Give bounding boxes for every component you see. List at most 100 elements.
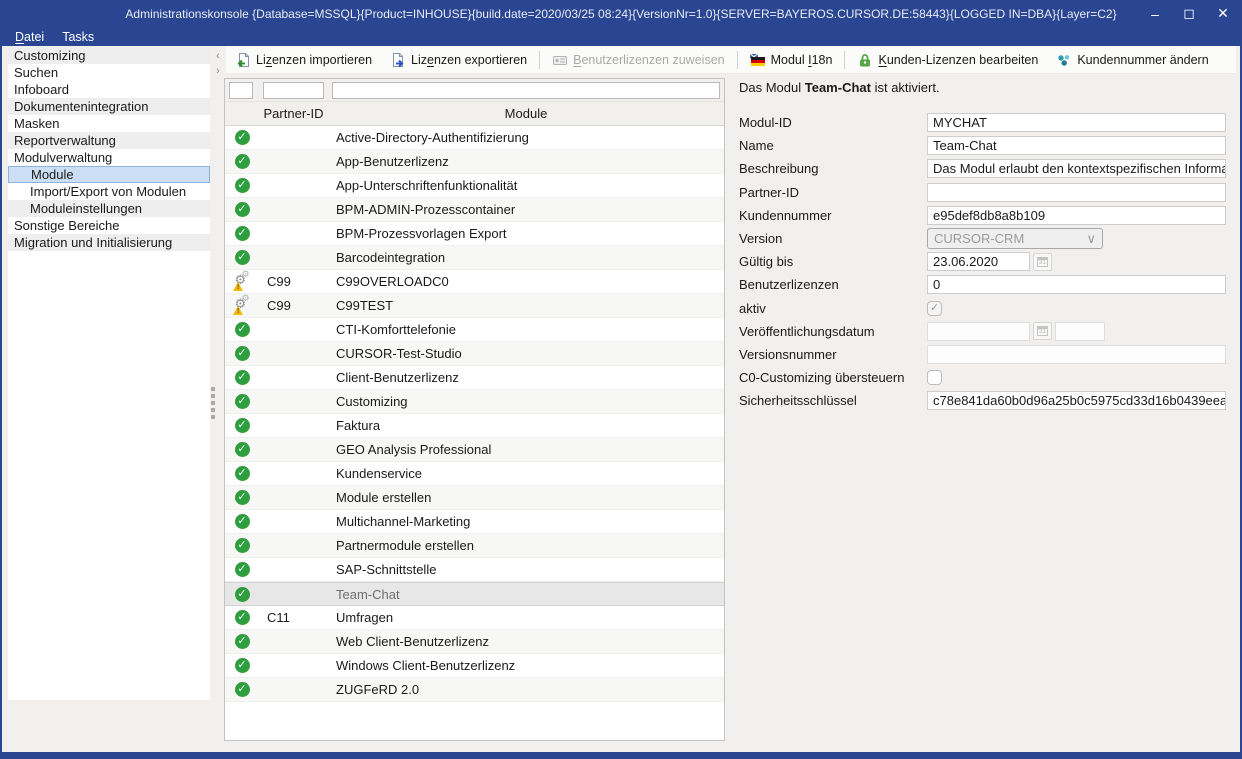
table-row[interactable]: ✓App-Benutzerlizenz — [225, 150, 724, 174]
column-header-module[interactable]: Module — [328, 106, 724, 121]
lizenzen-exportieren-button[interactable]: Lizenzen exportieren — [381, 48, 536, 72]
partner-id-input[interactable] — [927, 183, 1226, 202]
status-warning-gear-icon: ⚙⚙! — [234, 298, 251, 314]
form-row-aktiv: aktiv✓ — [739, 299, 1236, 318]
column-header-partner-id[interactable]: Partner-ID — [259, 106, 328, 121]
modul-i18n-button[interactable]: Modul I18n — [741, 48, 842, 72]
module-name-cell: GEO Analysis Professional — [328, 442, 724, 457]
table-row[interactable]: ✓Faktura — [225, 414, 724, 438]
status-ok-icon: ✓ — [235, 538, 250, 553]
field-label: Modul-ID — [739, 115, 927, 130]
close-button[interactable]: ✕ — [1214, 5, 1232, 22]
sidebar-item-import-export-von-modulen[interactable]: Import/Export von Modulen — [8, 183, 210, 200]
module-i18n-flag-icon — [750, 52, 766, 68]
table-row[interactable]: ✓Customizing — [225, 390, 724, 414]
table-row[interactable]: ✓GEO Analysis Professional — [225, 438, 724, 462]
module-name-cell: ZUGFeRD 2.0 — [328, 682, 724, 697]
table-row[interactable]: ⚙⚙!C99C99OVERLOADC0 — [225, 270, 724, 294]
menu-datei[interactable]: Datei — [8, 29, 51, 45]
filter-module-input[interactable] — [332, 82, 720, 99]
chevron-down-icon: ∨ — [1086, 229, 1096, 248]
nav-collapse-icon[interactable]: ‹ — [212, 49, 224, 64]
table-row[interactable]: ✓C11Umfragen — [225, 606, 724, 630]
table-row[interactable]: ✓Web Client-Benutzerlizenz — [225, 630, 724, 654]
sidebar-item-masken[interactable]: Masken — [8, 115, 210, 132]
kunden-lizenzen-bearbeiten-button[interactable]: Kunden-Lizenzen bearbeiten — [848, 48, 1047, 72]
field-label: Version — [739, 231, 927, 246]
form-row-benutzerlizenzen: Benutzerlizenzen0 — [739, 275, 1236, 294]
table-row[interactable]: ✓ Barcodeintegration — [225, 246, 724, 270]
table-row[interactable]: ✓App-Unterschriftenfunktionalität — [225, 174, 724, 198]
kundennummer-ändern-button[interactable]: Kundennummer ändern — [1047, 48, 1217, 72]
lizenzen-importieren-button[interactable]: Lizenzen importieren — [226, 48, 381, 72]
status-ok-icon: ✓ — [235, 226, 250, 241]
window-controls: – ◻ ✕ — [1146, 0, 1232, 27]
module-name-cell: Active-Directory-Authentifizierung — [328, 130, 724, 145]
module-name-cell: Client-Benutzerlizenz — [328, 370, 724, 385]
table-row[interactable]: ✓BPM-ADMIN-Prozesscontainer — [225, 198, 724, 222]
module-name-cell: SAP-Schnittstelle — [328, 562, 724, 577]
table-row[interactable]: ✓CURSOR-Test-Studio — [225, 342, 724, 366]
sidebar-item-sonstige-bereiche[interactable]: Sonstige Bereiche — [8, 217, 210, 234]
table-row[interactable]: ✓BPM-Prozessvorlagen Export — [225, 222, 724, 246]
benutzerlizenzen-input[interactable]: 0 — [927, 275, 1226, 294]
c0-customizing-übersteuern-checkbox[interactable] — [927, 370, 942, 385]
sidebar-item-dokumentenintegration[interactable]: Dokumentenintegration — [8, 98, 210, 115]
table-row[interactable]: ✓Multichannel-Marketing — [225, 510, 724, 534]
table-row[interactable]: ✓Partnermodule erstellen — [225, 534, 724, 558]
sidebar-item-customizing[interactable]: Customizing — [8, 47, 210, 64]
filter-partner-id-input[interactable] — [263, 82, 324, 99]
sidebar-item-infoboard[interactable]: Infoboard — [8, 81, 210, 98]
sidebar-item-reportverwaltung[interactable]: Reportverwaltung — [8, 132, 210, 149]
nav-expand-icon[interactable]: › — [212, 64, 224, 79]
name-input[interactable]: Team-Chat — [927, 136, 1226, 155]
status-ok-icon: ✓ — [235, 634, 250, 649]
partner-id-cell: C99 — [259, 298, 328, 313]
table-body: ✓Active-Directory-Authentifizierung✓App-… — [225, 126, 724, 702]
table-row[interactable]: ✓Active-Directory-Authentifizierung — [225, 126, 724, 150]
table-row[interactable]: ⚙⚙!C99C99TEST — [225, 294, 724, 318]
table-row[interactable]: ✓Windows Client-Benutzerlizenz — [225, 654, 724, 678]
status-ok-icon: ✓ — [235, 394, 250, 409]
beschreibung-input[interactable]: Das Modul erlaubt den kontextspezifische… — [927, 159, 1226, 178]
veröffentlichungsdatum-date-input — [927, 322, 1030, 341]
edit-customer-licenses-lock-icon — [857, 52, 873, 68]
module-name-cell: Windows Client-Benutzerlizenz — [328, 658, 724, 673]
modul-id-input[interactable]: MYCHAT — [927, 113, 1226, 132]
table-row[interactable]: ✓Module erstellen — [225, 486, 724, 510]
module-name-cell: Barcodeintegration — [328, 250, 724, 265]
table-row[interactable]: ✓Kundenservice — [225, 462, 724, 486]
status-ok-icon: ✓ — [235, 466, 250, 481]
import-licenses-icon — [235, 52, 251, 68]
sidebar-item-suchen[interactable]: Suchen — [8, 64, 210, 81]
benutzerlizenzen-zuweisen-button: Benutzerlizenzen zuweisen — [543, 48, 733, 72]
table-row[interactable]: ✓CTI-Komforttelefonie — [225, 318, 724, 342]
sidebar-item-migration-und-initialisierung[interactable]: Migration und Initialisierung — [8, 234, 210, 251]
field-label: Versionsnummer — [739, 347, 927, 362]
maximize-button[interactable]: ◻ — [1180, 5, 1198, 22]
calendar-icon[interactable]: 31 — [1033, 253, 1052, 271]
sidebar-item-modulverwaltung[interactable]: Modulverwaltung — [8, 149, 210, 166]
kundennummer-input[interactable]: e95def8db8a8b109 — [927, 206, 1226, 225]
gültig-bis-date-input[interactable]: 23.06.2020 — [927, 252, 1030, 271]
sidebar-item-moduleinstellungen[interactable]: Moduleinstellungen — [8, 200, 210, 217]
minimize-button[interactable]: – — [1146, 6, 1164, 22]
module-name-cell: Multichannel-Marketing — [328, 514, 724, 529]
sidebar-item-module[interactable]: Module — [8, 166, 210, 183]
filter-status-input[interactable] — [229, 82, 253, 99]
partner-id-cell: C11 — [259, 610, 328, 625]
table-row[interactable]: ✓ SAP-Schnittstelle — [225, 558, 724, 582]
field-label: Benutzerlizenzen — [739, 277, 927, 292]
status-ok-icon: ✓ — [235, 562, 250, 577]
status-ok-icon: ✓ — [235, 250, 250, 265]
export-licenses-icon — [390, 52, 406, 68]
table-row[interactable]: ✓Team-Chat — [225, 582, 724, 606]
table-row[interactable]: ✓Client-Benutzerlizenz — [225, 366, 724, 390]
field-label: aktiv — [739, 301, 927, 316]
menu-tasks[interactable]: Tasks — [55, 29, 101, 45]
table-row[interactable]: ✓ZUGFeRD 2.0 — [225, 678, 724, 702]
app-window: Administrationskonsole {Database=MSSQL}{… — [0, 0, 1242, 759]
sicherheitsschlüssel-input[interactable]: c78e841da60b0d96a25b0c5975cd33d16b0439ee… — [927, 391, 1226, 410]
module-name-cell: Module erstellen — [328, 490, 724, 505]
splitter-grip[interactable] — [211, 384, 216, 422]
